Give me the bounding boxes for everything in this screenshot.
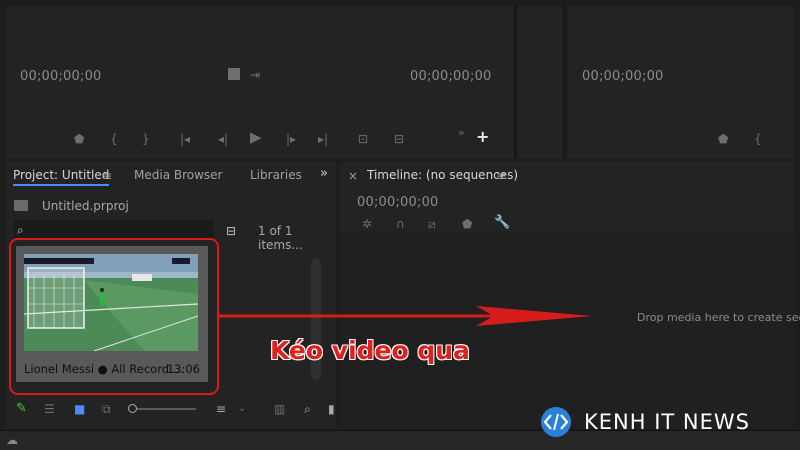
watermark: KENH IT NEWS — [538, 404, 788, 440]
code-icon — [541, 407, 571, 437]
drag-arrow — [219, 306, 592, 326]
annotation-text: Kéo video qua — [270, 336, 470, 365]
watermark-text: KENH IT NEWS — [584, 410, 750, 434]
